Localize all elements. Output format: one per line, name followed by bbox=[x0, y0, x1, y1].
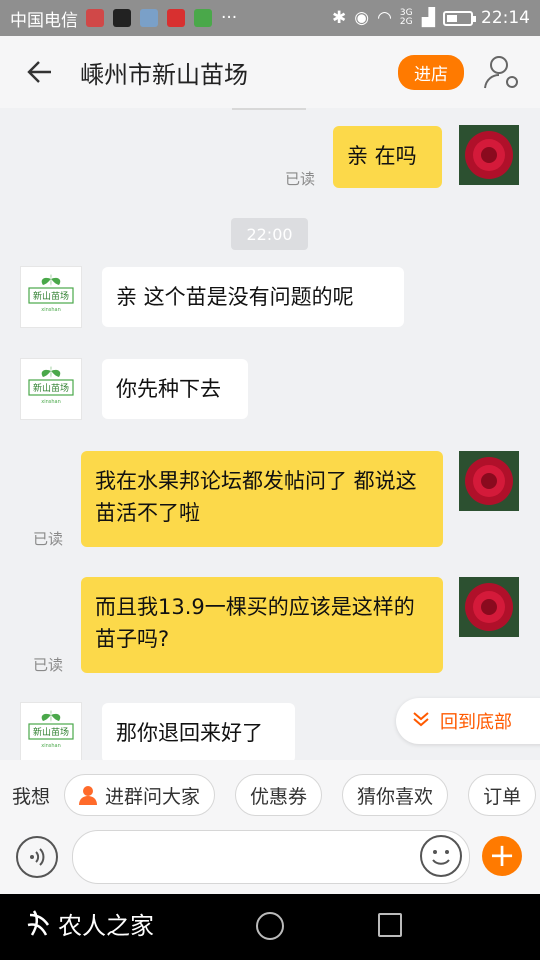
message-bubble-sent[interactable]: 亲 在吗 bbox=[333, 126, 442, 188]
shop-logo-subtext: xinshan bbox=[41, 307, 61, 313]
chat-header: 嵊州市新山苗场 进店 bbox=[0, 36, 540, 108]
shop-avatar[interactable]: 新山苗场 xinshan bbox=[20, 358, 82, 420]
emoji-button[interactable] bbox=[420, 835, 462, 877]
shop-avatar[interactable]: 新山苗场 xinshan bbox=[20, 266, 82, 328]
gallery-icon bbox=[140, 9, 158, 27]
message-input[interactable] bbox=[72, 830, 470, 884]
shop-logo-subtext: xinshan bbox=[41, 399, 61, 405]
bluetooth-icon: ✱ bbox=[331, 8, 347, 28]
my-avatar[interactable] bbox=[459, 451, 519, 511]
chat-area[interactable]: 亲 在吗 已读 22:00 新山苗场 xinshan 亲 这个苗是没有问题的呢 … bbox=[0, 108, 540, 760]
rose-icon bbox=[459, 125, 519, 185]
coupon-chip[interactable]: 优惠券 bbox=[235, 774, 323, 816]
notification-icon bbox=[86, 9, 104, 27]
more-notifications-icon: ··· bbox=[221, 8, 238, 28]
order-chip[interactable]: 订单 bbox=[468, 774, 537, 816]
battery-icon bbox=[443, 10, 476, 26]
message-bubble-received[interactable]: 你先种下去 bbox=[102, 359, 248, 419]
shop-logo-text: 新山苗场 bbox=[33, 382, 69, 394]
shop-avatar[interactable]: 新山苗场 xinshan bbox=[20, 702, 82, 760]
watermark-text: 农人之家 bbox=[58, 912, 154, 940]
chip-label: 猜你喜欢 bbox=[357, 785, 434, 808]
leaf-logo-icon: 新山苗场 xinshan bbox=[28, 710, 74, 749]
leaf-logo-icon: 新山苗场 xinshan bbox=[28, 274, 74, 313]
voice-icon bbox=[30, 848, 45, 866]
read-status: 已读 bbox=[33, 656, 64, 674]
message-bubble-received[interactable]: 那你退回来好了 bbox=[102, 703, 295, 760]
person-icon bbox=[79, 786, 98, 805]
more-actions-button[interactable]: + bbox=[482, 836, 522, 876]
read-status: 已读 bbox=[285, 170, 316, 188]
message-bubble-sent[interactable]: 我在水果邦论坛都发帖问了 都说这苗活不了啦 bbox=[81, 451, 443, 547]
scroll-to-bottom-button[interactable]: 回到底部 bbox=[396, 698, 540, 744]
qq-icon bbox=[113, 9, 131, 27]
timestamp: 22:00 bbox=[231, 218, 308, 250]
scroll-to-bottom-label: 回到底部 bbox=[440, 712, 512, 733]
smiley-icon bbox=[432, 850, 450, 865]
voice-button[interactable] bbox=[16, 836, 58, 878]
rose-icon bbox=[459, 451, 519, 511]
input-bar: + bbox=[0, 830, 540, 894]
recommend-chip[interactable]: 猜你喜欢 bbox=[342, 774, 449, 816]
shop-logo-subtext: xinshan bbox=[41, 743, 61, 749]
chip-label: 优惠券 bbox=[250, 785, 308, 808]
join-group-chip[interactable]: 进群问大家 bbox=[64, 774, 216, 816]
diy-icon bbox=[194, 9, 212, 27]
watermark-logo-icon bbox=[27, 909, 50, 936]
chevron-down-icon bbox=[412, 711, 430, 731]
watermark: 农人之家 bbox=[24, 906, 154, 941]
recent-apps-button[interactable] bbox=[378, 913, 402, 937]
quick-actions-bar: 我想 进群问大家 优惠券 猜你喜欢 订单 bbox=[0, 760, 540, 830]
chip-label: 订单 bbox=[483, 785, 522, 808]
signal-icon: ▟ bbox=[421, 8, 435, 28]
user-settings-icon[interactable] bbox=[482, 52, 522, 92]
arrow-left-icon bbox=[27, 61, 51, 83]
shop-logo-text: 新山苗场 bbox=[33, 726, 69, 738]
plus-icon: + bbox=[488, 836, 516, 874]
my-avatar[interactable] bbox=[459, 577, 519, 637]
wifi-icon: ◠ bbox=[377, 8, 392, 28]
my-avatar[interactable] bbox=[459, 125, 519, 185]
app-icon bbox=[167, 9, 185, 27]
home-button[interactable] bbox=[256, 912, 284, 940]
eye-icon: ◉ bbox=[354, 8, 370, 28]
chip-label: 进群问大家 bbox=[105, 785, 201, 808]
message-bubble-received[interactable]: 亲 这个苗是没有问题的呢 bbox=[102, 267, 404, 327]
system-nav-bar: 农人之家 bbox=[0, 894, 540, 960]
back-button[interactable] bbox=[0, 36, 80, 108]
shop-logo-text: 新山苗场 bbox=[33, 290, 69, 302]
message-bubble-sent[interactable]: 而且我13.9一棵买的应该是这样的苗子吗? bbox=[81, 577, 443, 673]
divider bbox=[232, 108, 306, 110]
status-bar: 中国电信 ··· ✱ ◉ ◠ 3G 2G ▟ 22:14 bbox=[0, 0, 540, 36]
enter-shop-button[interactable]: 进店 bbox=[398, 54, 464, 90]
network-type-label: 3G 2G bbox=[399, 8, 413, 27]
clock: 22:14 bbox=[481, 8, 530, 28]
leaf-logo-icon: 新山苗场 xinshan bbox=[28, 366, 74, 405]
quick-actions-label: 我想 bbox=[12, 785, 51, 808]
page-title: 嵊州市新山苗场 bbox=[80, 60, 248, 89]
carrier-label: 中国电信 bbox=[10, 10, 78, 31]
read-status: 已读 bbox=[33, 530, 64, 548]
rose-icon bbox=[459, 577, 519, 637]
